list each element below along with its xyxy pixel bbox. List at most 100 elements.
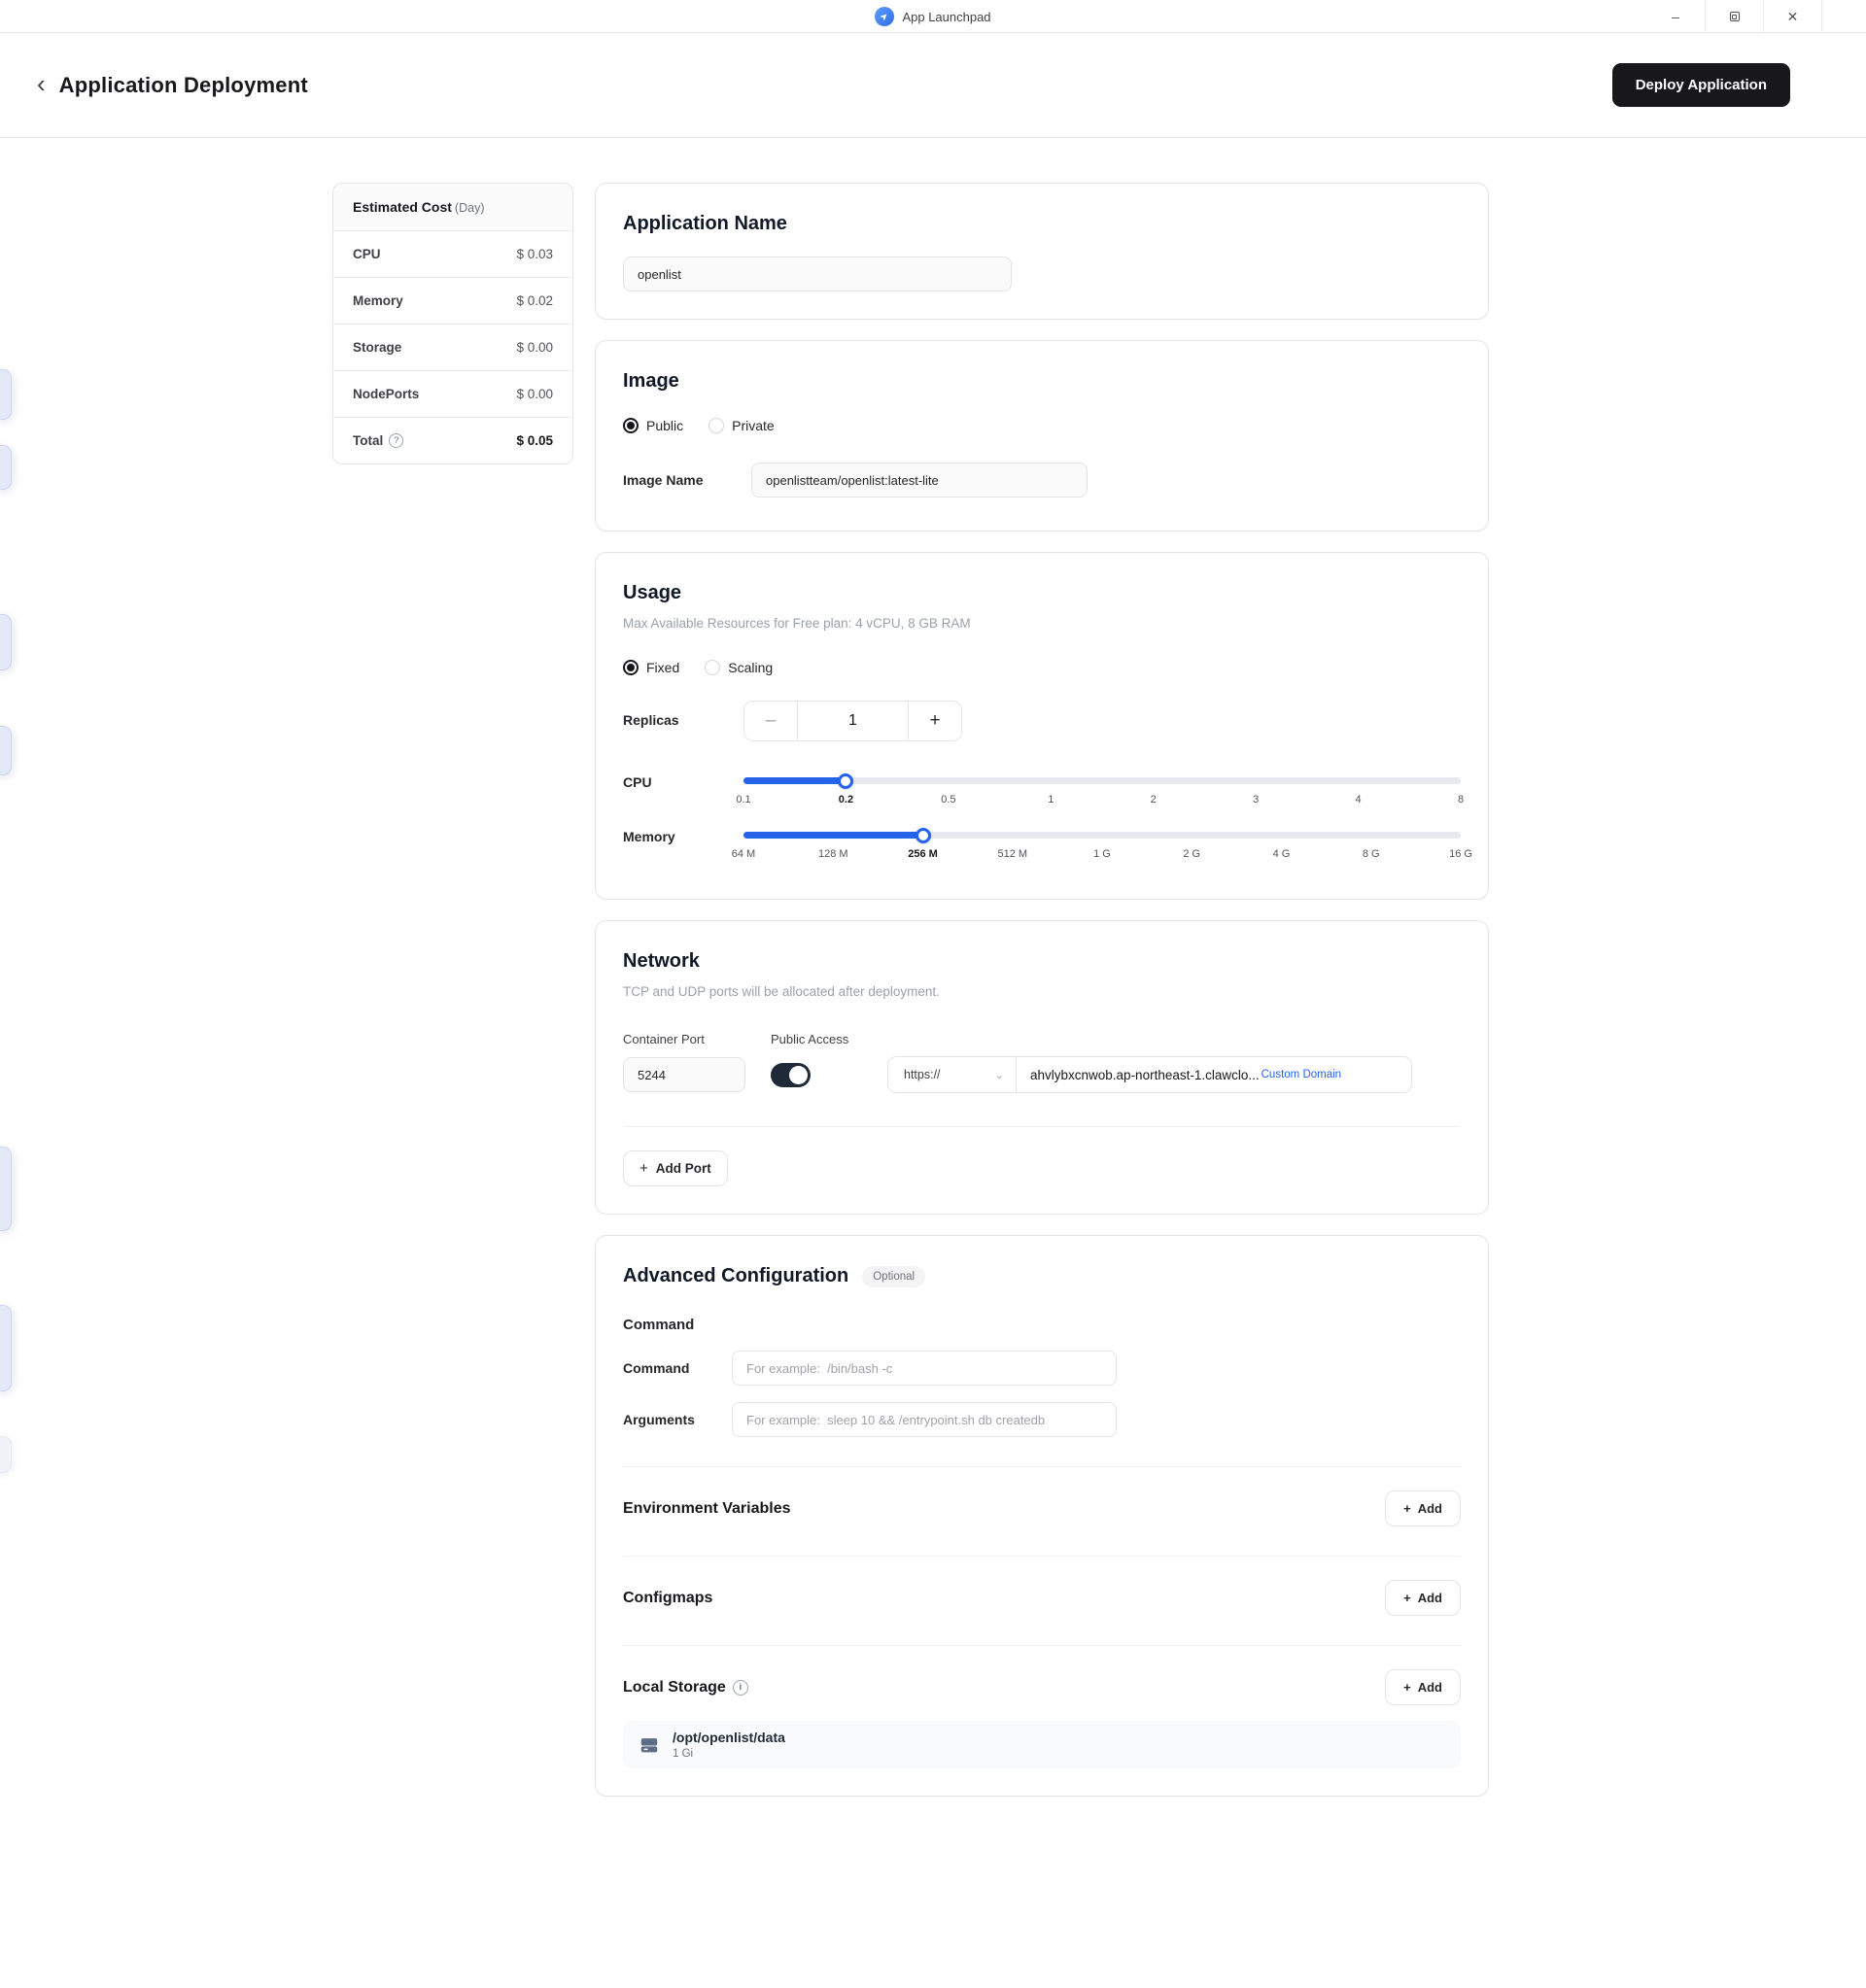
- deploy-application-button[interactable]: Deploy Application: [1611, 63, 1790, 107]
- image-public-radio[interactable]: Public: [623, 418, 683, 433]
- slider-tick-label: 2 G: [1183, 848, 1201, 860]
- radio-selected-icon: [623, 418, 639, 433]
- cost-row: CPU $ 0.03: [333, 231, 572, 278]
- left-edge-card-fragment: [0, 1305, 12, 1391]
- minimize-icon: –: [1672, 9, 1679, 24]
- advanced-configuration-title: Advanced Configuration: [623, 1265, 849, 1286]
- cpu-slider[interactable]: 0.1 0.2 0.5 1 2 3 4 8: [736, 772, 1465, 809]
- configmaps-row: Configmaps + Add: [623, 1580, 1461, 1616]
- slider-tick-label: 0.2: [838, 794, 854, 805]
- back-button[interactable]: ‹: [37, 71, 46, 100]
- cpu-slider-track[interactable]: [743, 772, 1461, 789]
- local-storage-item[interactable]: /opt/openlist/data 1 Gi: [623, 1721, 1461, 1768]
- help-icon[interactable]: ?: [389, 433, 404, 448]
- slider-tick-label: 1: [1048, 794, 1054, 805]
- restore-button[interactable]: [1705, 0, 1763, 33]
- cost-panel-title: Estimated Cost: [353, 199, 452, 215]
- public-url-group: https:// ⌄ ahvlybxcnwob.ap-northeast-1.c…: [887, 1056, 1412, 1093]
- slider-tick-label: 256 M: [908, 848, 938, 860]
- divider: [623, 1645, 1461, 1646]
- image-name-input[interactable]: [751, 463, 1088, 497]
- optional-badge: Optional: [862, 1265, 926, 1287]
- usage-fixed-radio[interactable]: Fixed: [623, 660, 679, 675]
- minimize-button[interactable]: –: [1646, 0, 1705, 33]
- cost-panel-header: Estimated Cost (Day): [333, 184, 572, 231]
- app-title: App Launchpad: [902, 9, 991, 24]
- info-icon[interactable]: i: [732, 1679, 748, 1696]
- usage-scaling-label: Scaling: [728, 660, 774, 675]
- slider-tick-label: 8: [1457, 794, 1465, 805]
- cpu-label: CPU: [623, 774, 652, 790]
- usage-scaling-radio[interactable]: Scaling: [705, 660, 773, 675]
- image-public-label: Public: [646, 418, 684, 433]
- network-card: Network TCP and UDP ports will be alloca…: [595, 920, 1489, 1215]
- add-port-button[interactable]: + Add Port: [623, 1150, 728, 1186]
- plus-icon: +: [1403, 1591, 1411, 1605]
- cost-row: Memory $ 0.02: [333, 278, 572, 325]
- divider: [623, 1556, 1461, 1557]
- custom-domain-link[interactable]: Custom Domain: [1261, 1069, 1341, 1080]
- arguments-input[interactable]: [732, 1402, 1117, 1437]
- usage-subtitle: Max Available Resources for Free plan: 4…: [623, 616, 971, 631]
- add-environment-variable-button[interactable]: + Add: [1385, 1491, 1461, 1526]
- page-header: ‹ Application Deployment Deploy Applicat…: [0, 33, 1866, 138]
- slider-tick-label: 4 G: [1272, 848, 1291, 860]
- application-name-input[interactable]: [623, 257, 1012, 291]
- application-name-card: Application Name: [595, 183, 1489, 320]
- add-configmap-button[interactable]: + Add: [1385, 1580, 1461, 1616]
- environment-variables-row: Environment Variables + Add: [623, 1491, 1461, 1526]
- slider-tick-label: 2: [1150, 794, 1157, 805]
- radio-unselected-icon: [708, 418, 725, 433]
- plus-icon: +: [1403, 1501, 1411, 1516]
- protocol-select[interactable]: https:// ⌄: [888, 1057, 1017, 1092]
- cost-row-total: Total ? $ 0.05: [333, 418, 572, 463]
- usage-card: Usage Max Available Resources for Free p…: [595, 552, 1489, 900]
- image-name-label: Image Name: [623, 472, 704, 488]
- window-controls: – ✕: [1646, 0, 1822, 33]
- chevron-left-icon: ‹: [37, 68, 46, 98]
- add-port-label: Add Port: [655, 1161, 711, 1176]
- radio-selected-icon: [623, 660, 639, 675]
- window-titlebar: ➤ App Launchpad – ✕: [0, 0, 1866, 33]
- slider-tick-label: 0.5: [941, 794, 956, 805]
- memory-slider-handle[interactable]: [915, 827, 931, 843]
- left-edge-card-fragment: [0, 445, 12, 490]
- estimated-cost-panel: Estimated Cost (Day) CPU $ 0.03 Memory $ 0.0…: [332, 183, 573, 464]
- replicas-increment-button[interactable]: +: [909, 702, 961, 740]
- replicas-label: Replicas: [623, 712, 679, 728]
- replicas-decrement-button[interactable]: –: [744, 702, 797, 740]
- page-title: Application Deployment: [58, 72, 308, 97]
- memory-slider[interactable]: 64 M 128 M 256 M 512 M 1 G 2 G 4 G 8 G 16 G: [732, 827, 1472, 864]
- public-domain-text: ahvlybxcnwob.ap-northeast-1.clawclo...: [1030, 1067, 1260, 1082]
- total-value: $ 0.05: [516, 433, 553, 448]
- advanced-configuration-card: Advanced Configuration Optional Command …: [595, 1235, 1489, 1797]
- container-port-input[interactable]: [623, 1057, 745, 1092]
- network-subtitle: TCP and UDP ports will be allocated afte…: [623, 984, 940, 999]
- local-storage-label: Local Storage: [623, 1678, 726, 1696]
- slider-tick-label: 64 M: [731, 848, 756, 860]
- hard-drive-icon: [639, 1734, 660, 1756]
- cost-panel-period: (Day): [454, 201, 485, 215]
- arguments-label: Arguments: [623, 1412, 695, 1427]
- container-port-label: Container Port: [623, 1032, 705, 1046]
- public-access-toggle[interactable]: [771, 1062, 811, 1087]
- cpu-slider-handle[interactable]: [838, 772, 854, 789]
- add-local-storage-button[interactable]: + Add: [1385, 1669, 1461, 1705]
- radio-unselected-icon: [705, 660, 721, 675]
- memory-label: Memory: [623, 829, 675, 844]
- slider-tick-label: 1 G: [1093, 848, 1111, 860]
- divider: [623, 1466, 1461, 1467]
- protocol-value: https://: [904, 1068, 941, 1081]
- storage-size: 1 Gi: [673, 1748, 694, 1760]
- toggle-knob: [789, 1065, 808, 1084]
- replicas-stepper: – 1 +: [743, 701, 962, 741]
- close-button[interactable]: ✕: [1763, 0, 1821, 33]
- public-access-label: Public Access: [771, 1032, 849, 1046]
- cost-row: NodePorts $ 0.00: [333, 371, 572, 418]
- plus-icon: +: [639, 1160, 648, 1177]
- image-private-radio[interactable]: Private: [708, 418, 775, 433]
- command-input[interactable]: [732, 1351, 1117, 1386]
- application-name-title: Application Name: [623, 213, 787, 234]
- left-edge-card-fragment: [0, 369, 12, 420]
- memory-slider-track[interactable]: [743, 827, 1461, 843]
